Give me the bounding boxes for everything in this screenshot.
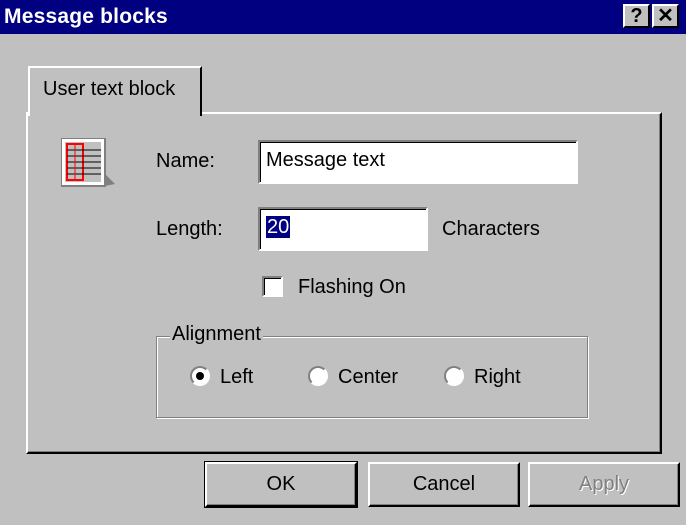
cancel-button[interactable]: Cancel [368, 462, 520, 507]
apply-button-label: Apply [578, 473, 630, 495]
tab-label: User text block [43, 78, 176, 100]
ok-button-label: OK [266, 473, 296, 495]
ok-button[interactable]: OK [204, 461, 358, 508]
apply-button[interactable]: Apply [528, 462, 680, 507]
help-button[interactable]: ? [623, 4, 650, 28]
cancel-button-label: Cancel [412, 473, 476, 495]
help-icon: ? [630, 5, 643, 27]
close-icon: ✕ [657, 5, 674, 27]
close-button[interactable]: ✕ [652, 4, 679, 28]
tab-user-text-block[interactable]: User text block [28, 66, 202, 116]
tab-panel [26, 112, 662, 454]
title-bar[interactable]: Message blocks ? ✕ [0, 0, 686, 34]
window-title: Message blocks [4, 5, 168, 28]
